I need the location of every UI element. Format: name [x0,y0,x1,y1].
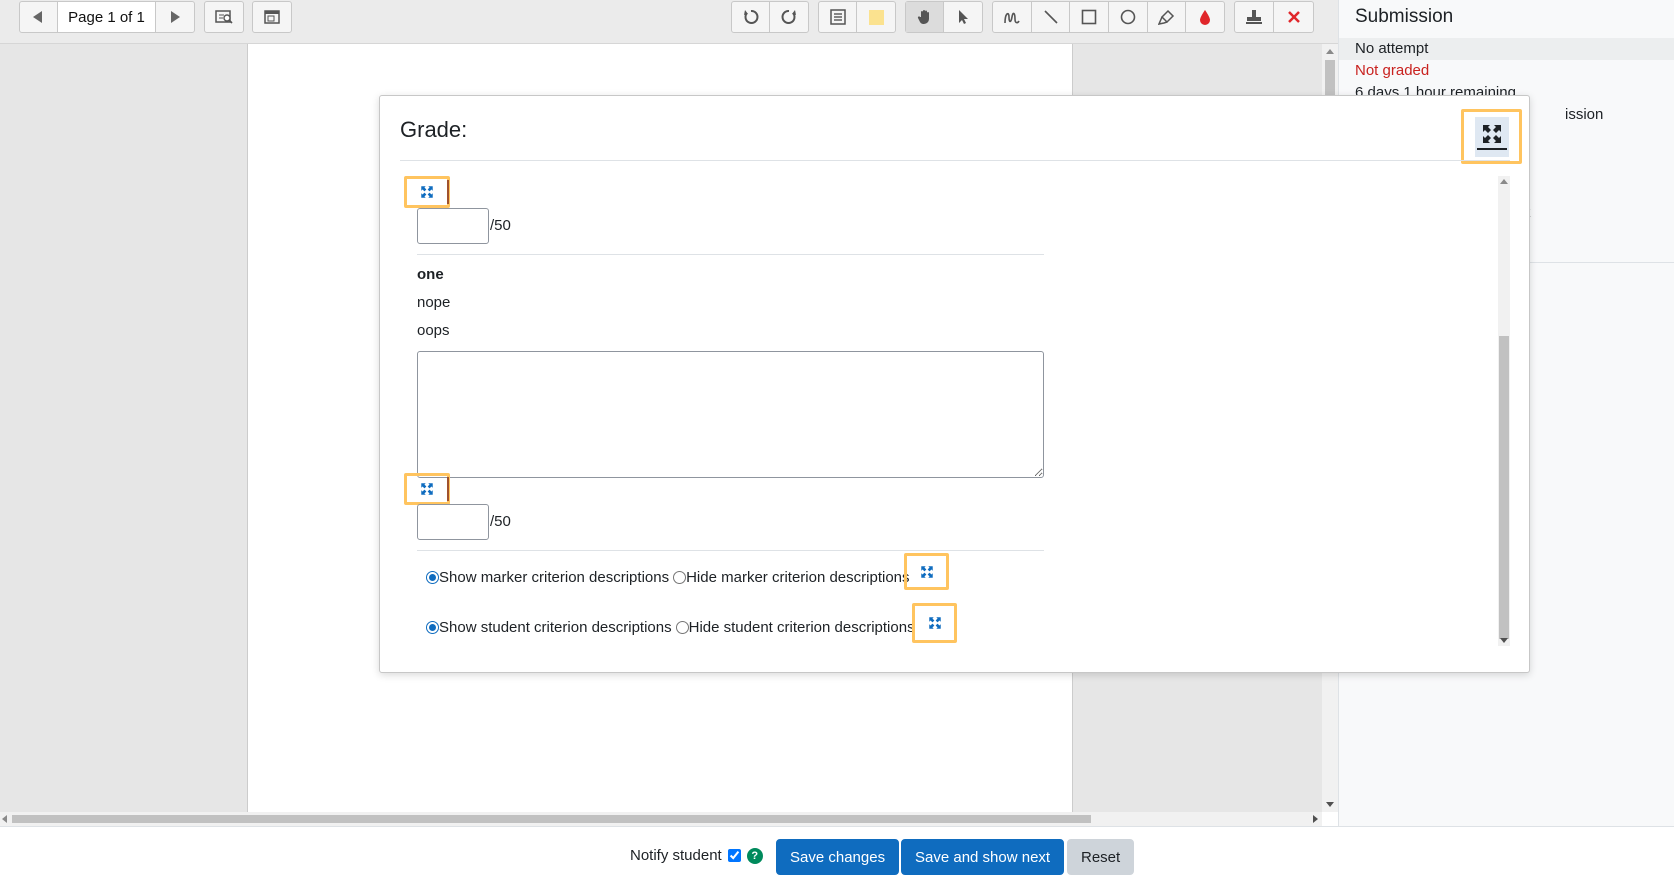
criterion-max-score: /50 [490,513,511,530]
expand-criterion-button[interactable] [404,473,450,505]
rotate-right-button[interactable] [770,2,808,32]
rotate-left-icon [743,10,758,24]
collapse-icon [1474,116,1509,157]
rectangle-button[interactable] [1070,2,1110,32]
expand-criterion-button[interactable] [404,176,450,208]
criterion-score-input[interactable] [417,208,489,244]
submission-partial-text: ission [1565,106,1604,123]
delete-icon [1287,11,1300,23]
rotate-group [731,1,809,33]
oval-button[interactable] [1109,2,1148,32]
scroll-down-icon[interactable] [1326,802,1334,807]
stamp-group [1234,1,1314,33]
grading-status: Not graded [1355,62,1430,79]
annotation-toolbar: Page 1 of 1 [0,0,1338,44]
drawing-tools [992,1,1225,33]
expand-icon [421,483,433,495]
page-selector[interactable]: Page 1 of 1 [57,2,157,32]
delete-annotation-button[interactable] [1274,2,1313,32]
hide-student-descriptions-label[interactable]: Hide student criterion descriptions [689,619,915,636]
next-page-icon [171,11,181,23]
oval-icon [1120,9,1136,25]
expand-icon [421,186,433,198]
stamp-icon [1246,10,1262,24]
notify-student-label: Notify student [630,847,722,864]
annotation-color-button[interactable] [1186,2,1224,32]
criterion-max-score: /50 [490,217,511,234]
select-icon [959,10,968,24]
page-navigation: Page 1 of 1 [19,1,195,33]
student-descriptions-options: Show student criterion descriptions Hide… [426,619,915,636]
scroll-thumb[interactable] [12,815,1091,823]
comment-color-icon [868,9,884,25]
show-student-descriptions-radio[interactable] [426,621,439,634]
expand-icon [928,617,941,629]
hide-marker-descriptions-label[interactable]: Hide marker criterion descriptions [686,569,909,586]
expand-comments-button[interactable] [252,1,292,33]
submission-status: No attempt [1355,40,1429,57]
comment-button[interactable] [819,2,857,32]
reset-button[interactable]: Reset [1067,839,1135,875]
scroll-up-icon[interactable] [1500,179,1508,184]
show-student-descriptions-label[interactable]: Show student criterion descriptions [439,619,672,636]
workspace-horizontal-scrollbar[interactable] [0,812,1322,826]
hide-marker-descriptions-radio[interactable] [673,571,687,584]
comment-icon [829,9,846,25]
scroll-thumb[interactable] [1499,336,1509,639]
highlight-button[interactable] [1148,2,1187,32]
grading-actions-bar: Notify student ? Save changes Save and s… [0,826,1674,875]
student-descriptions-help-button[interactable] [912,603,957,643]
cursor-group [905,1,983,33]
prev-page-icon [33,11,43,23]
criterion-level[interactable]: oops [417,322,450,339]
save-and-show-next-button[interactable]: Save and show next [901,839,1065,875]
grading-form: /50 one nope oops /50 Show marker criter… [380,176,1510,646]
scroll-up-icon[interactable] [1326,49,1334,54]
marker-descriptions-help-button[interactable] [904,553,949,590]
rectangle-icon [1081,9,1097,25]
criterion-level[interactable]: nope [417,294,450,311]
select-button[interactable] [944,2,982,32]
highlight-icon [1157,9,1174,25]
line-button[interactable] [1032,2,1071,32]
notify-student-checkbox[interactable] [727,849,741,862]
comment-group [818,1,896,33]
submission-title: Submission [1355,6,1454,27]
scroll-right-icon[interactable] [1313,815,1318,823]
prev-page-button[interactable] [20,2,58,32]
show-marker-descriptions-label[interactable]: Show marker criterion descriptions [439,569,669,586]
show-marker-descriptions-radio[interactable] [426,571,439,584]
pan-icon [917,10,929,24]
hide-student-descriptions-radio[interactable] [675,621,689,634]
marker-descriptions-options: Show marker criterion descriptions Hide … [426,569,910,586]
comment-color-button[interactable] [857,2,895,32]
help-icon[interactable]: ? [746,847,763,864]
dialog-scrollbar[interactable] [1498,176,1510,646]
expand-icon [920,565,933,578]
expand-comments-icon [264,10,280,24]
dialog-title: Grade: [400,117,468,142]
save-changes-button[interactable]: Save changes [776,839,900,875]
criterion-name: one [417,266,444,283]
notify-student: Notify student ? [630,847,763,864]
stamp-button[interactable] [1235,2,1274,32]
rotate-left-button[interactable] [732,2,770,32]
grade-dialog: Grade: /50 one nope oops /50 Show marker… [379,95,1530,673]
search-comments-button[interactable] [204,1,244,33]
criterion-score-input[interactable] [417,504,489,540]
scroll-left-icon[interactable] [2,815,7,823]
pen-icon [1004,12,1020,24]
scroll-down-icon[interactable] [1500,638,1508,643]
annotation-color-icon [1200,10,1211,25]
rotate-right-icon [781,10,796,24]
criterion-feedback-textarea[interactable] [417,351,1044,478]
next-page-button[interactable] [156,2,194,32]
search-comments-icon [215,10,233,24]
pen-button[interactable] [993,2,1032,32]
pan-button[interactable] [906,2,944,32]
line-icon [1043,10,1058,24]
collapse-dialog-button[interactable] [1461,109,1522,164]
